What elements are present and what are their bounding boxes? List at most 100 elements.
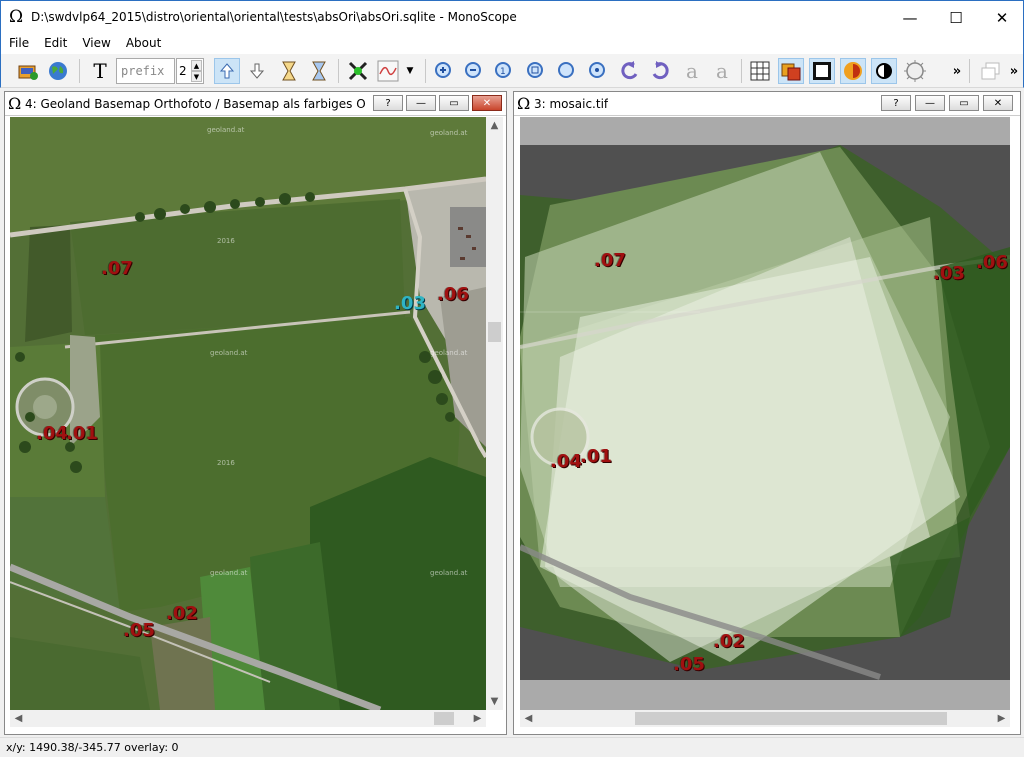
scroll-left-icon[interactable]: ◀: [520, 710, 537, 727]
status-text: x/y: 1490.38/-345.77 overlay: 0: [6, 741, 179, 754]
orthophoto-image: [10, 117, 486, 710]
subwindow-restore-button[interactable]: ▭: [439, 95, 469, 111]
scroll-right-icon[interactable]: ▶: [993, 710, 1010, 727]
help-button[interactable]: ?: [373, 95, 403, 111]
mosaic-subwindow-titlebar[interactable]: Ω 3: mosaic.tif ? — ▭ ✕: [514, 92, 1020, 116]
rotate-right-icon[interactable]: [647, 58, 673, 84]
label-remove-icon[interactable]: a: [709, 58, 735, 84]
orthophoto-subwindow[interactable]: Ω 4: Geoland Basemap Orthofoto / Basemap…: [4, 91, 507, 735]
status-bar: x/y: 1490.38/-345.77 overlay: 0: [0, 737, 1024, 757]
subwindow-minimize-button[interactable]: —: [406, 95, 436, 111]
tie-point-02[interactable]: .02: [166, 603, 198, 624]
orthophoto-title: 4: Geoland Basemap Orthofoto / Basemap a…: [25, 97, 365, 111]
subwindow-restore-button[interactable]: ▭: [949, 95, 979, 111]
vertical-scrollbar[interactable]: ▲ ▼: [486, 117, 503, 710]
contrast-icon[interactable]: [871, 58, 897, 84]
spin-value: 2: [179, 64, 187, 78]
zoom-center-icon[interactable]: [585, 58, 611, 84]
scrollbar-thumb[interactable]: [488, 322, 501, 342]
cross-point-icon[interactable]: [345, 58, 371, 84]
tie-point-07[interactable]: .07: [594, 250, 626, 271]
dropdown-chevron-icon[interactable]: ▼: [403, 58, 417, 84]
scroll-down-icon[interactable]: ▼: [486, 693, 503, 710]
minimize-button[interactable]: —: [887, 1, 933, 34]
gamma-icon[interactable]: [902, 58, 928, 84]
watermark-text: geoland.at: [210, 349, 248, 357]
rotate-left-icon[interactable]: [617, 58, 643, 84]
subwindow-close-button[interactable]: ✕: [983, 95, 1013, 111]
horizontal-scrollbar[interactable]: ◀ ▶: [520, 710, 1010, 727]
contrast-frame-icon[interactable]: [809, 58, 835, 84]
tie-point-02[interactable]: .02: [713, 631, 745, 652]
tie-point-07[interactable]: .07: [101, 258, 133, 279]
toolbar-overflow-icon-2[interactable]: »: [1006, 58, 1022, 84]
brightness-icon[interactable]: [840, 58, 866, 84]
menu-file[interactable]: File: [1, 34, 36, 50]
menu-view[interactable]: View: [74, 34, 117, 50]
menu-bar: File Edit View About: [0, 34, 1024, 54]
scroll-right-icon[interactable]: ▶: [469, 710, 486, 727]
subwindow-close-button[interactable]: ✕: [472, 95, 502, 111]
prefix-input[interactable]: prefix: [116, 58, 175, 84]
menu-edit[interactable]: Edit: [36, 34, 74, 50]
tie-point-06[interactable]: .06: [437, 284, 469, 305]
window-stack-icon[interactable]: [978, 58, 1004, 84]
zoom-in-icon[interactable]: [431, 58, 457, 84]
mosaic-canvas[interactable]: .07 .03 .06 .04 .01 .02 .05: [520, 117, 1010, 710]
zoom-out-icon[interactable]: [461, 58, 487, 84]
omega-icon: Ω: [8, 94, 22, 113]
label-add-icon[interactable]: a: [679, 58, 705, 84]
omega-icon: Ω: [517, 94, 531, 113]
omega-icon: Ω: [9, 7, 24, 27]
tie-point-03[interactable]: .03: [394, 293, 426, 314]
mosaic-image: [520, 117, 1010, 710]
mosaic-title: 3: mosaic.tif: [534, 97, 609, 111]
zoom-1to1-icon[interactable]: 1: [491, 58, 517, 84]
mosaic-subwindow[interactable]: Ω 3: mosaic.tif ? — ▭ ✕ .07 .03 .06 .04 …: [513, 91, 1021, 735]
help-button[interactable]: ?: [881, 95, 911, 111]
close-button[interactable]: ✕: [979, 1, 1024, 34]
scrollbar-thumb[interactable]: [434, 712, 454, 725]
arrow-up-icon[interactable]: [214, 58, 240, 84]
watermark-text: geoland.at: [207, 126, 245, 134]
toolbar-overflow-icon[interactable]: »: [949, 58, 965, 84]
overlay-icon[interactable]: [778, 58, 804, 84]
tie-point-06[interactable]: .06: [976, 252, 1008, 273]
window-title: D:\swdvlp64_2015\distro\oriental\orienta…: [31, 10, 517, 24]
hourglass-icon[interactable]: [276, 58, 302, 84]
tie-point-04[interactable]: .04: [550, 451, 582, 472]
spin-up-icon[interactable]: ▲: [191, 60, 202, 71]
arrow-down-icon[interactable]: [244, 58, 270, 84]
tie-point-05[interactable]: .05: [123, 620, 155, 641]
text-tool-icon[interactable]: T: [87, 58, 113, 84]
horizontal-scrollbar[interactable]: ◀ ▶: [10, 710, 486, 727]
zoom-window-icon[interactable]: [554, 58, 580, 84]
spin-down-icon[interactable]: ▼: [191, 71, 202, 82]
globe-icon[interactable]: [45, 58, 71, 84]
watermark-year: 2016: [217, 459, 235, 467]
maximize-button[interactable]: ☐: [933, 1, 979, 34]
scrollbar-thumb[interactable]: [635, 712, 947, 725]
prefix-digits-stepper[interactable]: 2 ▲ ▼: [176, 58, 204, 84]
orthophoto-canvas[interactable]: geoland.at 2016 geoland.at geoland.at 20…: [10, 117, 486, 710]
tie-point-01[interactable]: .01: [580, 446, 612, 467]
menu-about[interactable]: About: [118, 34, 168, 50]
tie-point-04[interactable]: .04: [36, 423, 68, 444]
orthophoto-subwindow-titlebar[interactable]: Ω 4: Geoland Basemap Orthofoto / Basemap…: [5, 92, 506, 116]
tie-point-03[interactable]: .03: [933, 263, 965, 284]
hourglass-blue-icon[interactable]: [306, 58, 332, 84]
title-bar: Ω D:\swdvlp64_2015\distro\oriental\orien…: [0, 0, 1024, 34]
watermark-text: geoland.at: [430, 129, 468, 137]
scroll-up-icon[interactable]: ▲: [486, 117, 503, 134]
scroll-left-icon[interactable]: ◀: [10, 710, 27, 727]
open-image-icon[interactable]: [15, 58, 41, 84]
grid-icon[interactable]: [747, 58, 773, 84]
watermark-text: geoland.at: [430, 349, 468, 357]
tie-point-05[interactable]: .05: [673, 654, 705, 675]
subwindow-minimize-button[interactable]: —: [915, 95, 945, 111]
watermark-year: 2016: [217, 237, 235, 245]
curve-tool-icon[interactable]: [375, 58, 401, 84]
svg-text:1: 1: [500, 67, 506, 77]
tie-point-01[interactable]: .01: [66, 423, 98, 444]
zoom-fit-icon[interactable]: [523, 58, 549, 84]
